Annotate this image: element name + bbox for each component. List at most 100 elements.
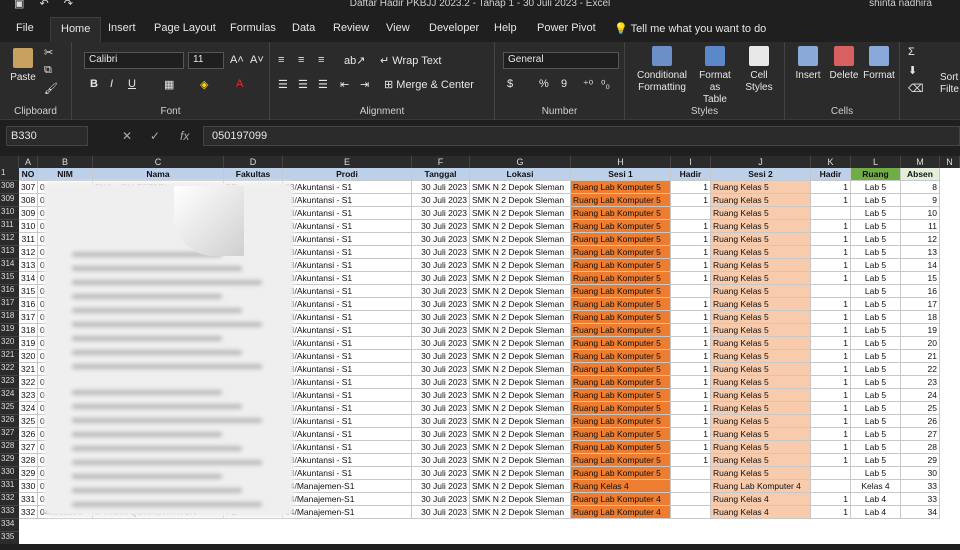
underline-button[interactable]: U — [128, 78, 136, 90]
borders-icon[interactable]: ▦ — [164, 78, 174, 91]
table-cell[interactable]: 25 — [901, 402, 940, 415]
table-cell[interactable]: 30 Juli 2023 — [412, 181, 470, 194]
cut-icon[interactable]: ✂ — [44, 46, 53, 59]
table-cell[interactable]: Ruang Lab Komputer 5 — [571, 454, 671, 467]
table-cell[interactable]: 30 Juli 2023 — [412, 454, 470, 467]
column-header-a[interactable]: A — [19, 156, 38, 168]
table-cell[interactable]: SMK N 2 Depok Sleman — [470, 350, 571, 363]
table-cell[interactable]: Ruang Lab Komputer 5 — [571, 428, 671, 441]
table-cell[interactable]: 315 — [19, 285, 38, 298]
table-cell[interactable]: 328 — [19, 454, 38, 467]
table-cell[interactable]: 1 — [671, 350, 711, 363]
comma-style-button[interactable]: 9 — [561, 78, 567, 90]
tab-file[interactable]: File — [16, 22, 34, 34]
table-cell[interactable]: 30 Juli 2023 — [412, 272, 470, 285]
table-cell[interactable]: 314 — [19, 272, 38, 285]
table-cell[interactable]: Ruang Lab Komputer 5 — [571, 272, 671, 285]
table-cell[interactable]: 54/Manajemen-S1 — [283, 480, 412, 493]
table-cell[interactable]: 30 — [901, 467, 940, 480]
table-cell[interactable]: 331 — [19, 493, 38, 506]
row-header[interactable]: 1 — [0, 168, 19, 181]
table-cell[interactable]: Lab 5 — [851, 220, 901, 233]
bold-button[interactable]: B — [90, 78, 98, 90]
table-cell[interactable]: Ruang Lab Komputer 5 — [571, 298, 671, 311]
table-cell[interactable]: SMK N 2 Depok Sleman — [470, 311, 571, 324]
table-cell[interactable]: Ruang Lab Komputer 5 — [571, 415, 671, 428]
column-header-b[interactable]: B — [38, 156, 93, 168]
table-cell[interactable]: 311 — [19, 233, 38, 246]
table-cell[interactable]: 30 Juli 2023 — [412, 298, 470, 311]
row-header[interactable]: 314 — [0, 259, 19, 272]
table-cell[interactable]: Ruang Lab Komputer 5 — [571, 207, 671, 220]
table-cell[interactable]: Lab 5 — [851, 402, 901, 415]
table-cell[interactable]: 83/Akuntansi - S1 — [283, 454, 412, 467]
table-cell[interactable]: 83/Akuntansi - S1 — [283, 311, 412, 324]
table-cell[interactable]: Lab 5 — [851, 350, 901, 363]
formula-input[interactable]: 050197099 — [203, 126, 960, 146]
table-cell[interactable]: Ruang Lab Komputer 4 — [571, 493, 671, 506]
table-cell[interactable]: 1 — [811, 493, 851, 506]
align-middle-icon[interactable]: ≡ — [298, 54, 304, 66]
table-cell[interactable]: 317 — [19, 311, 38, 324]
font-color-icon[interactable]: A — [236, 78, 243, 90]
table-cell[interactable]: 1 — [811, 324, 851, 337]
tab-data[interactable]: Data — [292, 22, 315, 34]
table-cell[interactable]: SMK N 2 Depok Sleman — [470, 467, 571, 480]
row-header[interactable]: 318 — [0, 311, 19, 324]
table-cell[interactable]: 21 — [901, 350, 940, 363]
table-cell[interactable]: SMK N 2 Depok Sleman — [470, 181, 571, 194]
table-cell[interactable]: 1 — [811, 259, 851, 272]
merge-center-button[interactable]: ⊞ Merge & Center — [384, 78, 474, 91]
number-format-dropdown[interactable]: General — [503, 52, 619, 69]
table-cell[interactable]: 30 Juli 2023 — [412, 428, 470, 441]
row-header[interactable]: 330 — [0, 467, 19, 480]
decrease-decimal-icon[interactable]: ⁰₀ — [601, 78, 610, 91]
table-cell[interactable] — [811, 480, 851, 493]
table-cell[interactable]: Kelas 4 — [851, 480, 901, 493]
table-cell[interactable]: 327 — [19, 441, 38, 454]
table-cell[interactable]: 83/Akuntansi - S1 — [283, 233, 412, 246]
font-name-dropdown[interactable]: Calibri — [84, 52, 184, 69]
table-cell[interactable]: 30 Juli 2023 — [412, 311, 470, 324]
row-header[interactable]: 317 — [0, 298, 19, 311]
table-cell[interactable]: Ruang Kelas 5 — [711, 363, 811, 376]
header-cell[interactable]: Lokasi — [470, 168, 571, 181]
table-cell[interactable]: SMK N 2 Depok Sleman — [470, 220, 571, 233]
table-cell[interactable]: SMK N 2 Depok Sleman — [470, 285, 571, 298]
header-cell[interactable]: Tanggal — [412, 168, 470, 181]
table-cell[interactable]: Ruang Kelas 5 — [711, 428, 811, 441]
row-header[interactable]: 323 — [0, 376, 19, 389]
sort-filter-button[interactable]: Sort Filte — [940, 72, 960, 96]
row-header[interactable]: 333 — [0, 506, 19, 519]
table-cell[interactable]: Lab 5 — [851, 454, 901, 467]
table-cell[interactable]: 1 — [671, 220, 711, 233]
table-cell[interactable]: Ruang Lab Komputer 5 — [571, 194, 671, 207]
row-header[interactable]: 312 — [0, 233, 19, 246]
align-center-icon[interactable]: ☰ — [298, 78, 308, 91]
table-cell[interactable]: SMK N 2 Depok Sleman — [470, 376, 571, 389]
table-cell[interactable] — [671, 480, 711, 493]
table-cell[interactable]: 83/Akuntansi - S1 — [283, 194, 412, 207]
table-cell[interactable]: Lab 5 — [851, 441, 901, 454]
table-cell[interactable]: 1 — [811, 402, 851, 415]
table-cell[interactable]: 19 — [901, 324, 940, 337]
table-cell[interactable]: Ruang Lab Komputer 5 — [571, 350, 671, 363]
table-cell[interactable]: Lab 5 — [851, 246, 901, 259]
percent-button[interactable]: % — [539, 78, 549, 90]
decrease-indent-icon[interactable]: ⇤ — [340, 78, 349, 91]
worksheet-grid[interactable]: A B C D E F G H I J K L M N 1 NO NIM Nama Fakultas Prodi Tan… — [0, 156, 960, 550]
table-cell[interactable]: Ruang Lab Komputer 5 — [571, 181, 671, 194]
table-cell[interactable]: 30 Juli 2023 — [412, 285, 470, 298]
table-cell[interactable]: 1 — [671, 389, 711, 402]
table-cell[interactable]: 30 Juli 2023 — [412, 376, 470, 389]
table-cell[interactable]: 1 — [671, 272, 711, 285]
table-cell[interactable]: Ruang Lab Komputer 5 — [571, 441, 671, 454]
table-cell[interactable]: Lab 5 — [851, 259, 901, 272]
table-cell[interactable]: 30 Juli 2023 — [412, 246, 470, 259]
table-cell[interactable]: SMK N 2 Depok Sleman — [470, 493, 571, 506]
table-cell[interactable]: 1 — [811, 389, 851, 402]
table-cell[interactable]: Ruang Kelas 4 — [711, 506, 811, 519]
table-cell[interactable]: Lab 5 — [851, 207, 901, 220]
table-cell[interactable]: Ruang Kelas 5 — [711, 272, 811, 285]
table-cell[interactable]: 16 — [901, 285, 940, 298]
